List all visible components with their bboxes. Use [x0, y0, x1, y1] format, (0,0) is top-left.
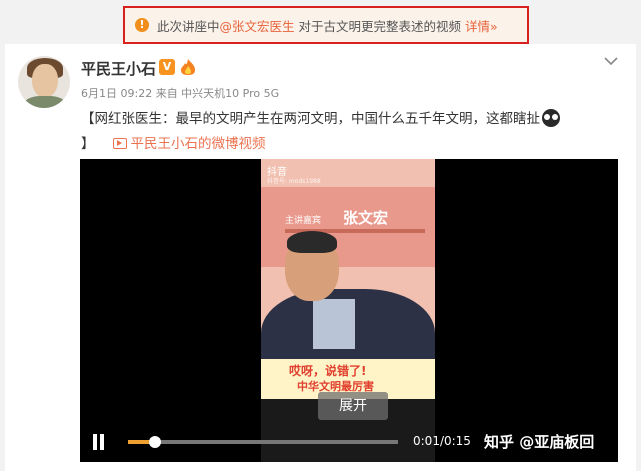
notice-text: 此次讲座中@张文宏医生 对于古文明更完整表述的视频 详情» [157, 16, 498, 35]
tiktok-id: 抖音号: mods1988 [267, 178, 321, 185]
notice-prefix: 此次讲座中 [157, 18, 220, 34]
time-display: 0:01/0:15 [413, 434, 471, 448]
post-text-line2: 】 平民王小石的微博视频 [81, 132, 266, 152]
progress-knob[interactable] [149, 436, 161, 448]
watermark: 知乎 @亚庙板回 [484, 433, 595, 451]
weibo-post-card: 平民王小石 V 6月1日 09:22 来自 中兴天机10 Pro 5G 【网红张… [5, 44, 636, 471]
post-text: 【网红张医生：最早的文明产生在两河文明，中国什么五千年文明，这都瞎扯 [81, 107, 560, 127]
video-icon [112, 138, 127, 149]
video-player[interactable]: 抖音 抖音号: mods1988 主讲嘉宾 张文宏 哎呀，说错了! 中华文明最厉… [80, 159, 618, 462]
frame-caption-line1: 哎呀，说错了! [289, 364, 367, 378]
post-text-content: 【网红张医生：最早的文明产生在两河文明，中国什么五千年文明，这都瞎扯 [81, 111, 540, 127]
expand-button[interactable]: 展开 [318, 392, 388, 420]
frame-speaker-name: 张文宏 [343, 209, 389, 227]
frame-speaker-tag: 主讲嘉宾 [285, 216, 322, 226]
vip-icon[interactable]: V [159, 59, 175, 75]
fire-badge-icon[interactable] [178, 58, 198, 76]
frame-speaker-shirt [313, 299, 355, 349]
warning-icon: ! [135, 18, 149, 32]
avatar-body [24, 96, 66, 108]
progress-bar[interactable] [128, 436, 398, 448]
post-meta: 6月1日 09:22 来自 中兴天机10 Pro 5G [81, 87, 280, 100]
notice-detail-link[interactable]: 详情» [465, 19, 498, 34]
video-link[interactable]: 平民王小石的微博视频 [112, 136, 266, 152]
frame-speaker-hair [287, 231, 337, 253]
avatar-face [32, 64, 58, 98]
user-name[interactable]: 平民王小石 [81, 58, 156, 79]
notice-mention-link[interactable]: @张文宏医生 [220, 19, 295, 34]
emoji-icon [542, 109, 560, 127]
notice-bar: ! 此次讲座中@张文宏医生 对于古文明更完整表述的视频 详情» [0, 0, 641, 50]
post-bracket: 】 [81, 136, 95, 152]
avatar[interactable] [18, 56, 70, 108]
pause-icon[interactable] [92, 434, 106, 450]
notice-banner: ! 此次讲座中@张文宏医生 对于古文明更完整表述的视频 详情» [123, 6, 529, 44]
video-link-label[interactable]: 平民王小石的微博视频 [131, 136, 266, 152]
chevron-down-icon[interactable] [602, 54, 620, 72]
notice-suffix: 对于古文明更完整表述的视频 [294, 18, 462, 34]
